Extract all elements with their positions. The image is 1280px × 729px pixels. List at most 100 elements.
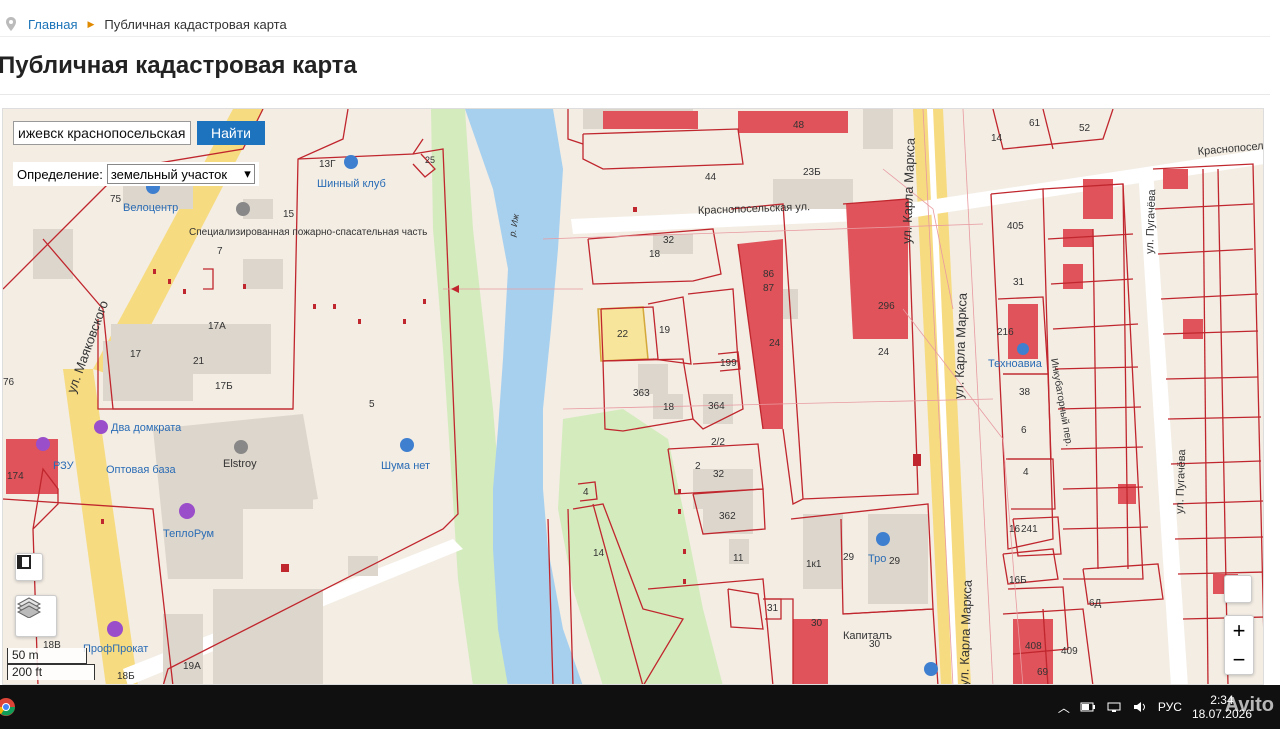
- chevron-down-icon: ▾: [244, 166, 251, 181]
- poi-label: Специализированная пожарно-спасательная …: [189, 227, 427, 238]
- parcel-number: 61: [1029, 118, 1041, 129]
- poi-label: Капиталъ: [843, 630, 892, 642]
- definition-label: Определение:: [17, 166, 103, 182]
- network-icon[interactable]: [1106, 701, 1122, 713]
- parcel-number: 44: [705, 172, 717, 183]
- parcel-number: 241: [1021, 524, 1038, 535]
- poi-label: Два домкрата: [111, 422, 182, 434]
- factory-icon: [234, 440, 248, 454]
- shop-icon: [179, 503, 195, 519]
- poi-label: Велоцентр: [123, 202, 178, 214]
- avito-watermark: Avito: [1224, 694, 1274, 716]
- breadcrumb-home-link[interactable]: Главная: [28, 17, 77, 32]
- plane-icon: [1017, 343, 1029, 355]
- parcel-number: 32: [663, 235, 675, 246]
- parcel-number: 75: [110, 194, 122, 205]
- map-canvas[interactable]: ул. Карла Маркса ул. Карла Маркса ул. Ка…: [3, 109, 1264, 685]
- parcel-number: 52: [1079, 123, 1091, 134]
- parcel-number: 19А: [183, 661, 201, 672]
- divider: [0, 94, 1270, 95]
- definition-select[interactable]: земельный участок ▾: [106, 164, 255, 184]
- scale-bar: 50 m 200 ft: [7, 648, 95, 680]
- parcel-number: 23Б: [803, 167, 821, 178]
- poi-label: Оптовая база: [106, 464, 176, 476]
- parcel-number: 6: [1021, 425, 1027, 436]
- definition-row: Определение: земельный участок ▾: [13, 162, 259, 186]
- parcel-number: 86: [763, 269, 775, 280]
- divider: [0, 36, 1270, 37]
- parcel-number: 29: [843, 552, 855, 563]
- zoom-control: + −: [1224, 615, 1254, 675]
- locate-button[interactable]: [1224, 575, 1252, 603]
- parcel-number: 5: [369, 399, 375, 410]
- layers-button[interactable]: [15, 595, 57, 637]
- shop-icon: [876, 532, 890, 546]
- parcel-number: 76: [3, 377, 15, 388]
- parcel-number: 25: [425, 155, 435, 165]
- parcel-number: 14: [593, 548, 605, 559]
- parcel-number: 174: [7, 471, 24, 482]
- poi-label: Шума нет: [381, 460, 430, 472]
- car-icon: [400, 438, 414, 452]
- parcel-number: 16: [1009, 524, 1021, 535]
- poi-label: ТеплоРум: [163, 528, 214, 540]
- zoom-in-icon[interactable]: +: [1233, 618, 1246, 644]
- poi-label: Техноавиа: [988, 358, 1043, 370]
- parcel-number: 48: [793, 120, 805, 131]
- parcel-number: 1к1: [806, 559, 822, 570]
- zoom-out-icon[interactable]: −: [1233, 647, 1246, 673]
- cadastral-map[interactable]: ул. Карла Маркса ул. Карла Маркса ул. Ка…: [2, 108, 1264, 685]
- chevron-up-icon[interactable]: ︿: [1058, 699, 1070, 716]
- parcel-number: 199: [720, 358, 737, 369]
- poi-label: Elstroy: [223, 458, 257, 470]
- scale-metric: 50 m: [7, 648, 87, 664]
- parcel-number: 2: [695, 461, 701, 472]
- page-title: Публичная кадастровая карта: [0, 52, 357, 79]
- poi-label: Шинный клуб: [317, 178, 386, 190]
- speaker-icon[interactable]: [1132, 701, 1148, 713]
- parcel-number: 363: [633, 388, 650, 399]
- page: Главная ▶ Публичная кадастровая карта Пу…: [0, 0, 1280, 729]
- search-button[interactable]: Найти: [197, 121, 265, 145]
- layers-icon: [16, 597, 42, 618]
- house-icon: [236, 202, 250, 216]
- parcel-number: 30: [811, 618, 823, 629]
- parcel-number: 18: [649, 249, 661, 260]
- search-input[interactable]: [13, 121, 191, 145]
- parcel-number: 13Г: [319, 159, 336, 170]
- street-label: ул. Пугачёва: [1174, 448, 1188, 514]
- parcel-number: 29: [889, 556, 901, 567]
- parcel-number: 16Б: [1009, 575, 1027, 586]
- chrome-icon[interactable]: [0, 693, 22, 721]
- scale-imperial: 200 ft: [7, 664, 95, 680]
- bus-icon: [344, 155, 358, 169]
- parcel-number: 17Б: [215, 381, 233, 392]
- parcel-number: 362: [719, 511, 736, 522]
- parcel-number: 30: [869, 639, 881, 650]
- battery-icon[interactable]: [1080, 701, 1096, 713]
- parcel-number: 15: [283, 209, 295, 220]
- shop-icon: [924, 662, 938, 676]
- search-bar: Найти: [13, 121, 265, 145]
- language-indicator[interactable]: РУС: [1158, 700, 1182, 714]
- parcel-number: 409: [1061, 646, 1078, 657]
- parcel-number: 32: [713, 469, 725, 480]
- shop-icon: [107, 621, 123, 637]
- parcel-number: 405: [1007, 221, 1024, 232]
- parcel-number: 87: [763, 283, 775, 294]
- map-legend-button[interactable]: [15, 553, 43, 581]
- breadcrumb: Главная ▶ Публичная кадастровая карта: [6, 10, 287, 38]
- poi-label: РЗУ: [53, 460, 75, 472]
- book-icon: [17, 555, 31, 569]
- parcel-number: 24: [878, 347, 890, 358]
- parcel-number: 69: [1037, 667, 1049, 678]
- parcel-number: 364: [708, 401, 725, 412]
- parcel-number: 296: [878, 301, 895, 312]
- parcel-number: 4: [583, 487, 589, 498]
- shop-icon: [94, 420, 108, 434]
- parcel-number: 18: [663, 402, 675, 413]
- parcel-number: 2/2: [711, 437, 725, 448]
- shop-icon: [36, 437, 50, 451]
- parcel-number: 18Б: [117, 671, 135, 682]
- parcel-number: 11: [733, 553, 744, 564]
